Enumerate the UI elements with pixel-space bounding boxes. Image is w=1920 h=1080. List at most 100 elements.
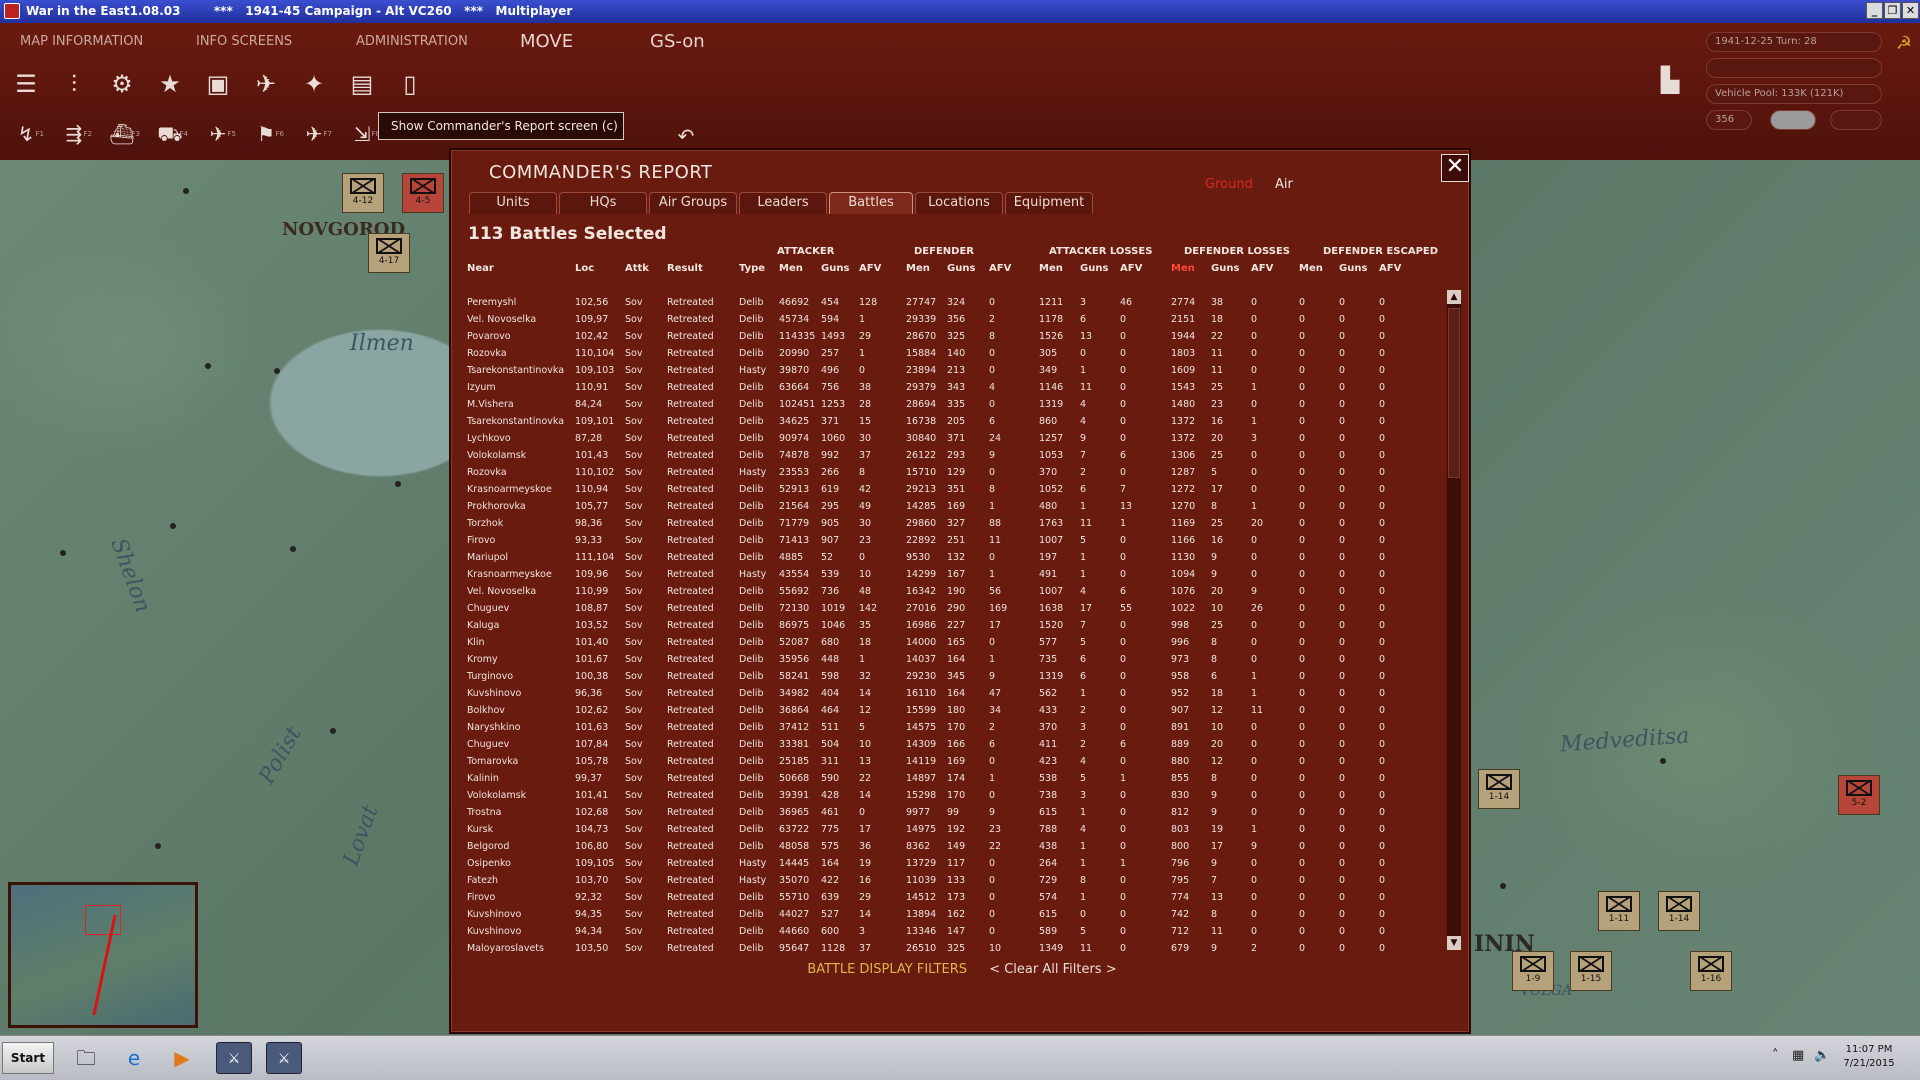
- tab-equipment[interactable]: Equipment: [1005, 192, 1093, 214]
- table-row[interactable]: Bolkhov 102,62 Sov Retreated Delib 36864 464 12…: [459, 702, 1444, 719]
- column-header[interactable]: AFV: [859, 263, 881, 274]
- column-header[interactable]: Loc: [575, 263, 594, 274]
- browser-icon[interactable]: e: [116, 1042, 152, 1074]
- map-unit-counter[interactable]: 1-15: [1570, 951, 1612, 991]
- tab-leaders[interactable]: Leaders: [739, 192, 827, 214]
- column-header[interactable]: Guns: [1080, 263, 1108, 274]
- rail-icon[interactable]: ⇶ F2: [56, 119, 92, 149]
- table-row[interactable]: Volokolamsk 101,43 Sov Retreated Delib 74878 9…: [459, 447, 1444, 464]
- table-row[interactable]: Vel. Novoselka 110,99 Sov Retreated Delib 556…: [459, 583, 1444, 600]
- table-row[interactable]: Turginovo 100,38 Sov Retreated Delib 58241 598…: [459, 668, 1444, 685]
- column-header[interactable]: Guns: [1211, 263, 1239, 274]
- column-header[interactable]: AFV: [1251, 263, 1273, 274]
- table-row[interactable]: Belgorod 106,80 Sov Retreated Delib 48058 575 3…: [459, 838, 1444, 855]
- bomber-icon[interactable]: ✈ F7: [296, 119, 332, 149]
- table-row[interactable]: Kromy 101,67 Sov Retreated Delib 35956 448 1 140…: [459, 651, 1444, 668]
- gs-toggle[interactable]: GS-on: [650, 31, 705, 52]
- airbase-icon[interactable]: ⚑ F6: [248, 119, 284, 149]
- map-unit-counter[interactable]: 1-11: [1598, 891, 1640, 931]
- map-unit-counter[interactable]: 1-14: [1478, 769, 1520, 809]
- map-unit-counter[interactable]: 1-14: [1658, 891, 1700, 931]
- battle-display-filters-link[interactable]: BATTLE DISPLAY FILTERS: [807, 962, 967, 977]
- map-unit-counter[interactable]: 4-17: [368, 233, 410, 273]
- network-icon[interactable]: ▦: [1792, 1048, 1804, 1063]
- table-row[interactable]: Firovo 93,33 Sov Retreated Delib 71413 907 23 22…: [459, 532, 1444, 549]
- column-header[interactable]: Guns: [821, 263, 849, 274]
- close-window-button[interactable]: ✕: [1902, 2, 1919, 19]
- map-unit-counter[interactable]: 5-2: [1838, 775, 1880, 815]
- layers-icon[interactable]: ☰: [8, 67, 44, 101]
- column-header[interactable]: Men: [906, 263, 930, 274]
- table-row[interactable]: Fatezh 103,70 Sov Retreated Hasty 35070 422 16 1…: [459, 872, 1444, 889]
- game-window-icon[interactable]: ⚔: [216, 1042, 252, 1074]
- table-row[interactable]: Chuguev 107,84 Sov Retreated Delib 33381 504 10…: [459, 736, 1444, 753]
- table-row[interactable]: Vel. Novoselka 109,97 Sov Retreated Delib 457…: [459, 311, 1444, 328]
- table-row[interactable]: Maloyaroslavets 103,50 Sov Retreated Delib 95…: [459, 940, 1444, 957]
- table-row[interactable]: Kuvshinovo 94,34 Sov Retreated Delib 44660 600…: [459, 923, 1444, 940]
- table-row[interactable]: Mariupol 111,104 Sov Retreated Delib 4885 52 0 9…: [459, 549, 1444, 566]
- tab-battles[interactable]: Battles: [829, 192, 913, 214]
- start-button[interactable]: Start: [2, 1042, 54, 1074]
- column-header[interactable]: Type: [739, 263, 765, 274]
- undo-icon[interactable]: ↶: [668, 121, 704, 151]
- table-row[interactable]: Kuvshinovo 94,35 Sov Retreated Delib 44027 527…: [459, 906, 1444, 923]
- gear-icon[interactable]: ⚙: [104, 67, 140, 101]
- game-window-icon[interactable]: ⚔: [266, 1042, 302, 1074]
- map-unit-counter[interactable]: 1-9: [1512, 951, 1554, 991]
- column-header[interactable]: Guns: [1339, 263, 1367, 274]
- scrollbar[interactable]: ▲ ▼: [1447, 290, 1461, 950]
- menu-map-information[interactable]: MAP INFORMATION: [20, 34, 143, 49]
- table-row[interactable]: Kalinin 99,37 Sov Retreated Delib 50668 590 22 1…: [459, 770, 1444, 787]
- column-header[interactable]: Result: [667, 263, 703, 274]
- table-row[interactable]: Osipenko 109,105 Sov Retreated Hasty 14445 164…: [459, 855, 1444, 872]
- table-row[interactable]: Krasnoarmeyskoe 110,94 Sov Retreated Delib 52…: [459, 481, 1444, 498]
- table-row[interactable]: Krasnoarmeyskoe 109,96 Sov Retreated Hasty 43…: [459, 566, 1444, 583]
- tab-hqs[interactable]: HQs: [559, 192, 647, 214]
- volume-icon[interactable]: 🔈: [1814, 1048, 1830, 1063]
- table-row[interactable]: Rozovka 110,102 Sov Retreated Hasty 23553 266 8…: [459, 464, 1444, 481]
- table-row[interactable]: Peremyshl 102,56 Sov Retreated Delib 46692 454…: [459, 294, 1444, 311]
- menu-info-screens[interactable]: INFO SCREENS: [196, 34, 292, 49]
- airdrop-icon[interactable]: ⇲ F8: [344, 119, 380, 149]
- table-row[interactable]: Rozovka 110,104 Sov Retreated Delib 20990 257 1…: [459, 345, 1444, 362]
- table-row[interactable]: Tomarovka 105,78 Sov Retreated Delib 25185 311…: [459, 753, 1444, 770]
- column-header[interactable]: Men: [1039, 263, 1063, 274]
- toggle-switch[interactable]: [1770, 110, 1816, 130]
- map-unit-counter[interactable]: 1-16: [1690, 951, 1732, 991]
- tab-air-groups[interactable]: Air Groups: [649, 192, 737, 214]
- table-row[interactable]: Firovo 92,32 Sov Retreated Delib 55710 639 29 14…: [459, 889, 1444, 906]
- air-icon[interactable]: ✈: [248, 67, 284, 101]
- battery-icon[interactable]: ▯: [392, 67, 428, 101]
- naval-icon[interactable]: ⛴ F3: [104, 119, 140, 149]
- clear-all-filters-link[interactable]: < Clear All Filters >: [989, 962, 1116, 977]
- minimize-button[interactable]: _: [1866, 2, 1883, 19]
- table-row[interactable]: Kaluga 103,52 Sov Retreated Delib 86975 1046 35…: [459, 617, 1444, 634]
- table-row[interactable]: Tsarekonstantinovka 109,103 Sov Retreated Ha…: [459, 362, 1444, 379]
- supply-icon[interactable]: ✦: [296, 67, 332, 101]
- table-row[interactable]: Volokolamsk 101,41 Sov Retreated Delib 39391 4…: [459, 787, 1444, 804]
- map-unit-counter[interactable]: 4-5: [402, 173, 444, 213]
- transport-icon[interactable]: ⛟ F4: [152, 119, 188, 149]
- table-row[interactable]: Izyum 110,91 Sov Retreated Delib 63664 756 38 29…: [459, 379, 1444, 396]
- scroll-up-icon[interactable]: ▲: [1447, 290, 1461, 304]
- table-row[interactable]: Klin 101,40 Sov Retreated Delib 52087 680 18 140…: [459, 634, 1444, 651]
- column-header[interactable]: AFV: [1120, 263, 1142, 274]
- table-row[interactable]: Povarovo 102,42 Sov Retreated Delib 114335 149…: [459, 328, 1444, 345]
- move-mode-icon[interactable]: ↯ F1: [8, 119, 44, 149]
- commanders-report-icon[interactable]: ▣: [200, 67, 236, 101]
- column-header[interactable]: Attk: [625, 263, 649, 274]
- close-report-button[interactable]: ✕: [1441, 154, 1469, 182]
- folder-icon[interactable]: 🗀: [68, 1042, 104, 1074]
- toggle-air[interactable]: Air: [1275, 177, 1293, 192]
- column-header[interactable]: Guns: [947, 263, 975, 274]
- map-unit-counter[interactable]: 4-12: [342, 173, 384, 213]
- table-row[interactable]: Kursk 104,73 Sov Retreated Delib 63722 775 17 14…: [459, 821, 1444, 838]
- table-row[interactable]: Tsarekonstantinovka 109,101 Sov Retreated De…: [459, 413, 1444, 430]
- chart-icon[interactable]: ▙: [1652, 63, 1688, 97]
- units-icon[interactable]: ⫶: [56, 67, 92, 101]
- column-header[interactable]: Men: [1171, 263, 1195, 274]
- tray-expand-icon[interactable]: ˄: [1772, 1048, 1779, 1063]
- toggle-ground[interactable]: Ground: [1205, 177, 1253, 192]
- tab-units[interactable]: Units: [469, 192, 557, 214]
- tab-locations[interactable]: Locations: [915, 192, 1003, 214]
